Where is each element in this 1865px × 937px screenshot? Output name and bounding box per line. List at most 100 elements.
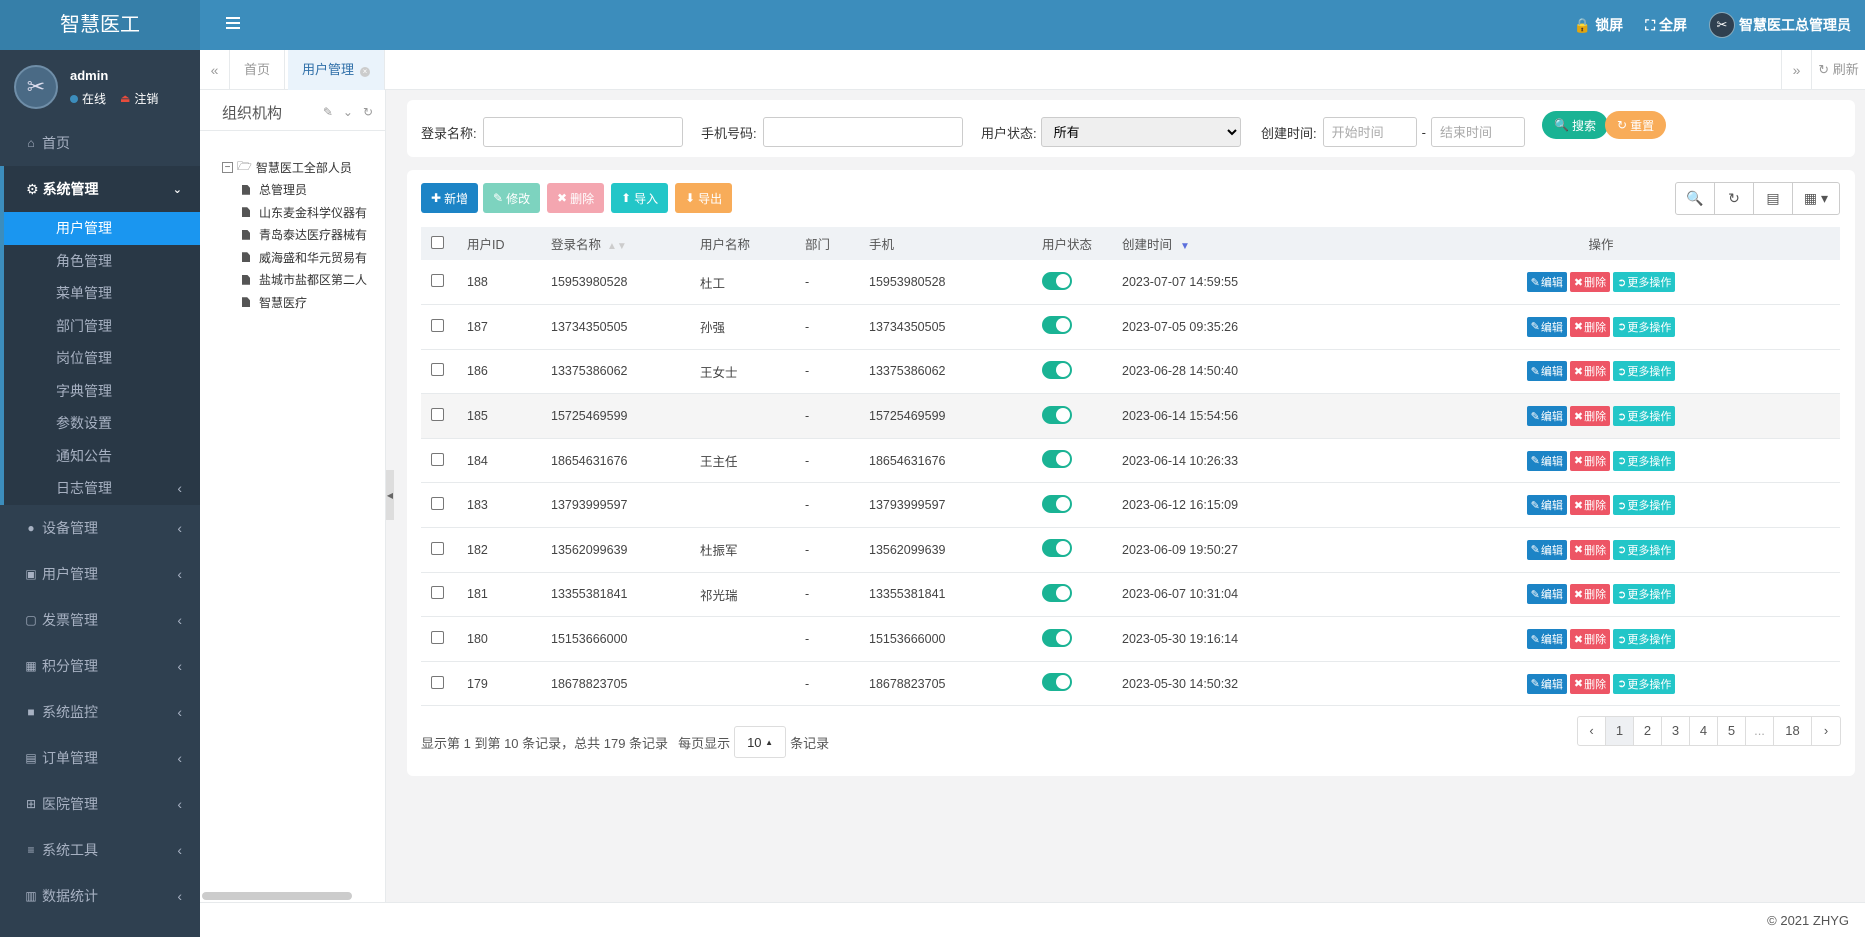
status-toggle[interactable] (1042, 628, 1072, 647)
row-delete-button[interactable]: ✖ 删除 (1569, 272, 1611, 293)
import-button[interactable]: ⬆ 导入 (611, 183, 669, 213)
horizontal-scrollbar[interactable] (202, 892, 352, 900)
sidebar-item-users[interactable]: ▣ 用户管理 ‹ (0, 551, 200, 597)
col-dept[interactable]: 部门 (795, 227, 859, 260)
sidebar-item-stats[interactable]: ▥ 数据统计 ‹ (0, 873, 200, 919)
sidebar-item-tools[interactable]: ≡ 系统工具 ‹ (0, 827, 200, 873)
status-toggle[interactable] (1042, 360, 1072, 379)
row-checkbox[interactable] (431, 363, 444, 377)
sidebar-item-menu-mgmt[interactable]: 菜单管理 (4, 277, 200, 310)
row-delete-button[interactable]: ✖ 删除 (1569, 673, 1611, 694)
sidebar-item-role-mgmt[interactable]: 角色管理 (4, 245, 200, 278)
row-delete-button[interactable]: ✖ 删除 (1569, 629, 1611, 650)
search-toggle-icon[interactable]: 🔍 (1676, 183, 1715, 214)
table-row[interactable]: 184 18654631676 王主任 - 18654631676 2023-06-14 … (421, 438, 1840, 483)
row-more-button[interactable]: ➲ 更多操作 (1613, 361, 1676, 382)
status-toggle[interactable] (1042, 450, 1072, 469)
row-checkbox[interactable] (431, 452, 444, 466)
col-phone[interactable]: 手机 (859, 227, 1032, 260)
sidebar-item-points[interactable]: ▦ 积分管理 ‹ (0, 643, 200, 689)
page-prev[interactable]: ‹ (1578, 717, 1606, 745)
tree-node[interactable]: 智慧医疗 (242, 291, 367, 314)
user-status-select[interactable]: 所有 (1040, 117, 1241, 147)
col-login-name[interactable]: 登录名称 ▲▼ (541, 227, 690, 260)
row-more-button[interactable]: ➲ 更多操作 (1613, 450, 1676, 471)
add-button[interactable]: ✚ 新增 (421, 183, 479, 213)
row-edit-button[interactable]: ✎ 编辑 (1526, 361, 1567, 382)
panel-collapse-handle[interactable]: ◀ (386, 470, 394, 520)
page-2[interactable]: 2 (1634, 717, 1662, 745)
row-more-button[interactable]: ➲ 更多操作 (1613, 673, 1676, 694)
page-next[interactable]: › (1812, 717, 1840, 745)
row-edit-button[interactable]: ✎ 编辑 (1526, 316, 1567, 337)
page-3[interactable]: 3 (1662, 717, 1690, 745)
table-row[interactable]: 186 13375386062 王女士 - 13375386062 2023-06-28 … (421, 349, 1840, 394)
table-row[interactable]: 181 13355381841 祁光瑞 - 13355381841 2023-06-07 … (421, 572, 1840, 617)
table-row[interactable]: 183 13793999597 - 13793999597 2023-06-12 16:… (421, 483, 1840, 528)
row-edit-button[interactable]: ✎ 编辑 (1526, 584, 1567, 605)
sidebar-item-post-mgmt[interactable]: 岗位管理 (4, 342, 200, 375)
refresh-icon[interactable]: ↻ (363, 105, 373, 119)
col-user-id[interactable]: 用户ID (457, 227, 541, 260)
row-edit-button[interactable]: ✎ 编辑 (1526, 495, 1567, 516)
row-more-button[interactable]: ➲ 更多操作 (1613, 495, 1676, 516)
row-checkbox[interactable] (431, 586, 444, 600)
sidebar-item-dept-mgmt[interactable]: 部门管理 (4, 310, 200, 343)
tree-root[interactable]: − 🗁 智慧医工全部人员 (222, 156, 367, 179)
row-checkbox[interactable] (431, 631, 444, 645)
tab-scroll-left-icon[interactable]: « (200, 50, 230, 90)
tree-node[interactable]: 青岛泰达医疗器械有 (242, 224, 367, 247)
row-edit-button[interactable]: ✎ 编辑 (1526, 272, 1567, 293)
row-checkbox[interactable] (431, 318, 444, 332)
tree-node[interactable]: 山东麦金科学仪器有 (242, 201, 367, 224)
collapse-icon[interactable]: − (222, 161, 233, 173)
table-row[interactable]: 185 15725469599 - 15725469599 2023-06-14 15:… (421, 393, 1840, 439)
row-more-button[interactable]: ➲ 更多操作 (1613, 316, 1676, 337)
reset-button[interactable]: ↻ 重置 (1605, 111, 1667, 139)
status-toggle[interactable] (1042, 494, 1072, 513)
chevron-down-icon[interactable]: ⌄ (343, 105, 353, 119)
status-toggle[interactable] (1042, 539, 1072, 558)
export-button[interactable]: ⬇ 导出 (675, 183, 733, 213)
sidebar-item-system[interactable]: ⚙ 系统管理 ⌄ (4, 166, 200, 212)
logout-link[interactable]: 注销 (134, 90, 158, 107)
status-toggle[interactable] (1042, 673, 1072, 692)
columns-menu-icon[interactable]: ▦ ▾ (1793, 183, 1839, 214)
row-more-button[interactable]: ➲ 更多操作 (1613, 272, 1676, 293)
page-5[interactable]: 5 (1718, 717, 1746, 745)
status-toggle[interactable] (1042, 316, 1072, 335)
row-checkbox[interactable] (431, 274, 444, 288)
sidebar-item-monitor[interactable]: ■ 系统监控 ‹ (0, 689, 200, 735)
lock-screen-button[interactable]: 🔒 锁屏 (1574, 15, 1623, 35)
end-time-input[interactable] (1430, 117, 1525, 147)
refresh-icon[interactable]: ↻ (1715, 183, 1754, 214)
select-all-checkbox[interactable] (431, 235, 444, 249)
status-toggle[interactable] (1042, 271, 1072, 290)
row-delete-button[interactable]: ✖ 删除 (1569, 316, 1611, 337)
menu-toggle-icon[interactable] (226, 17, 240, 29)
sidebar-item-log-mgmt[interactable]: 日志管理 ‹ (4, 472, 200, 505)
sidebar-item-hospital[interactable]: ⊞ 医院管理 ‹ (0, 781, 200, 827)
sidebar-item-device[interactable]: ● 设备管理 ‹ (0, 505, 200, 551)
sidebar-item-home[interactable]: ⌂ 首页 (0, 120, 200, 166)
row-edit-button[interactable]: ✎ 编辑 (1526, 673, 1567, 694)
sidebar-item-invoice[interactable]: ▢ 发票管理 ‹ (0, 597, 200, 643)
page-18[interactable]: 18 (1774, 717, 1812, 745)
toggle-view-icon[interactable]: ▤ (1754, 183, 1793, 214)
sidebar-item-dict-mgmt[interactable]: 字典管理 (4, 375, 200, 408)
row-more-button[interactable]: ➲ 更多操作 (1613, 584, 1676, 605)
row-delete-button[interactable]: ✖ 删除 (1569, 450, 1611, 471)
tree-node[interactable]: 总管理员 (242, 179, 367, 202)
table-row[interactable]: 188 15953980528 杜工 - 15953980528 2023-07-07 1… (421, 260, 1840, 305)
row-delete-button[interactable]: ✖ 删除 (1569, 584, 1611, 605)
table-row[interactable]: 180 15153666000 - 15153666000 2023-05-30 19:… (421, 617, 1840, 662)
row-delete-button[interactable]: ✖ 删除 (1569, 361, 1611, 382)
row-edit-button[interactable]: ✎ 编辑 (1526, 539, 1567, 560)
row-checkbox[interactable] (431, 541, 444, 555)
page-1[interactable]: 1 (1606, 717, 1634, 745)
row-more-button[interactable]: ➲ 更多操作 (1613, 629, 1676, 650)
sidebar-item-notice[interactable]: 通知公告 (4, 440, 200, 473)
col-status[interactable]: 用户状态 (1032, 227, 1112, 260)
row-edit-button[interactable]: ✎ 编辑 (1526, 450, 1567, 471)
row-checkbox[interactable] (431, 408, 444, 422)
